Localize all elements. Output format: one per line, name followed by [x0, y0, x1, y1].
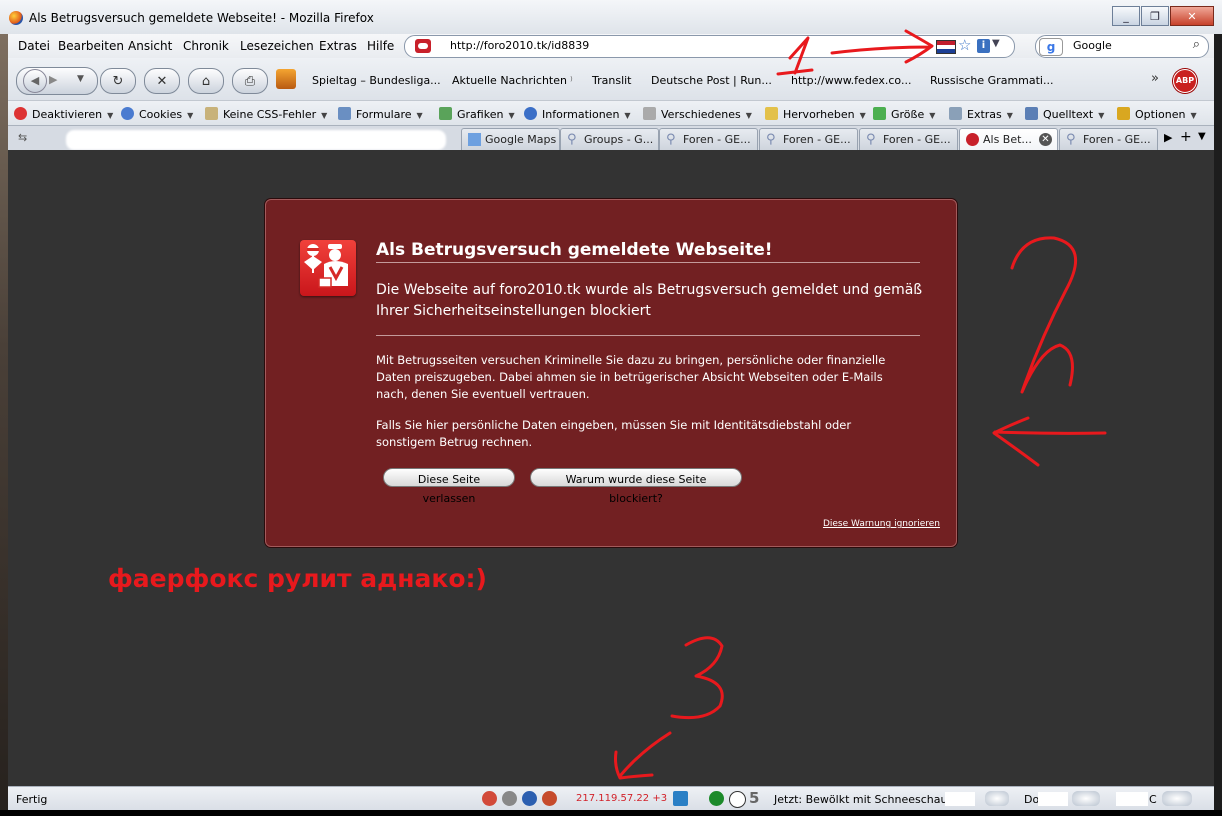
weather-text: Jetzt: Bewölkt mit Schneeschauern, — [774, 793, 970, 806]
redacted-temp — [945, 792, 975, 806]
annotation-marks — [614, 29, 1107, 780]
redacted-temp — [1116, 792, 1148, 806]
status-green-icon[interactable] — [709, 791, 724, 806]
annotation-arrow-3 — [614, 731, 672, 780]
xmarks-icon[interactable] — [673, 791, 688, 806]
skype-icon[interactable] — [522, 791, 537, 806]
redacted-temp — [1038, 792, 1068, 806]
clock-icon[interactable] — [729, 791, 746, 808]
annotation-number-1 — [776, 36, 814, 76]
addon-icon[interactable] — [482, 791, 497, 806]
screen-bottom — [0, 810, 1222, 816]
counter: 5 — [749, 789, 760, 807]
status-text: Fertig — [16, 793, 48, 806]
weather-snow-icon[interactable] — [1072, 791, 1100, 806]
ip-address[interactable]: 217.119.57.22 +3 — [576, 793, 667, 804]
weather-unit: C — [1149, 793, 1157, 806]
flag-status-icon[interactable] — [542, 791, 557, 806]
addon-icon[interactable] — [502, 791, 517, 806]
weather-cloud-icon[interactable] — [985, 791, 1009, 806]
firefox-window: Als Betrugsversuch gemeldete Webseite! -… — [0, 0, 1222, 816]
annotation-arrow-1 — [830, 29, 934, 64]
annotation-number-2 — [1010, 236, 1077, 394]
annotation-number-3 — [670, 636, 724, 720]
weather-snow-icon[interactable] — [1162, 791, 1192, 806]
status-bar: Fertig 217.119.57.22 +3 5 Jetzt: Bewölkt… — [8, 786, 1214, 811]
annotation-arrow-2 — [992, 416, 1107, 467]
